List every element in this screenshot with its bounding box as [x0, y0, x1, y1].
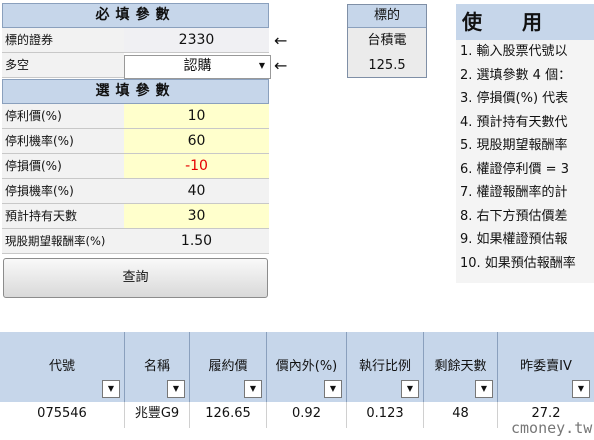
stock-box-title: 標的: [348, 5, 426, 28]
filter-dropdown-icon[interactable]: ▼: [572, 380, 590, 398]
take-profit-prob-input[interactable]: 60: [124, 129, 269, 154]
instruction-item: 3. 停損價(%) 代表: [460, 91, 569, 106]
instruction-item: 7. 權證報酬率的計: [460, 185, 568, 200]
filter-dropdown-icon[interactable]: ▼: [244, 380, 262, 398]
instruction-item: 2. 選填參數 4 個：: [460, 67, 572, 83]
expected-return-input[interactable]: 1.50: [124, 229, 269, 254]
col-header-strike: 履約價 ▼: [190, 332, 267, 402]
instructions-title: 使 用: [456, 4, 594, 40]
stock-price: 125.5: [368, 58, 406, 73]
instruction-item: 5. 現股期望報酬率: [460, 138, 568, 153]
table-row[interactable]: 075546 兆豐G9 126.65 0.92 0.123 48 27.2: [0, 402, 594, 428]
label-stop-loss-price: 停損價(%): [2, 154, 124, 179]
instruction-item: 10. 如果預估報酬率: [460, 255, 576, 271]
filter-active-icon[interactable]: ▼: [324, 380, 342, 398]
underlying-input[interactable]: 2330: [124, 28, 269, 53]
label-underlying: 標的證券: [2, 28, 124, 53]
cell-strike: 126.65: [190, 402, 267, 428]
stock-name: 台積電: [367, 33, 407, 48]
label-take-profit-prob: 停利機率(%): [2, 129, 124, 154]
col-header-ratio: 執行比例 ▼: [347, 332, 424, 402]
label-expected-return: 現股期望報酬率(%): [2, 229, 124, 254]
label-stop-loss-prob: 停損機率(%): [2, 179, 124, 204]
holding-days-input[interactable]: 30: [124, 204, 269, 229]
arrow-left-icon: ←: [274, 31, 288, 50]
col-header-code: 代號 ▼: [0, 332, 125, 402]
col-header-name: 名稱 ▼: [125, 332, 190, 402]
warrant-table: 代號 ▼ 名稱 ▼ 履約價 ▼ 價內外(%) ▼ 執行比例 ▼ 剩餘天數 ▼ 昨…: [0, 332, 594, 440]
filter-dropdown-icon[interactable]: ▼: [102, 380, 120, 398]
col-header-iv: 昨委賣IV ▼: [498, 332, 594, 402]
label-take-profit-price: 停利價(%): [2, 104, 124, 129]
cell-moneyness: 0.92: [267, 402, 347, 428]
query-button[interactable]: 查詢: [3, 258, 268, 298]
direction-select[interactable]: 認購 ▼: [124, 55, 271, 79]
cell-ratio: 0.123: [347, 402, 424, 428]
stop-loss-prob-value: 40: [124, 179, 269, 204]
filter-dropdown-icon[interactable]: ▼: [401, 380, 419, 398]
instruction-item: 9. 如果權證預估報: [460, 232, 568, 247]
optional-params-header: 選填參數: [2, 79, 269, 104]
instruction-item: 6. 權證停利價 = 3: [460, 161, 569, 177]
take-profit-price-input[interactable]: 10: [124, 104, 269, 129]
instruction-item: 1. 輸入股票代號以: [460, 44, 568, 59]
stock-box: 標的 台積電 125.5: [347, 4, 427, 78]
instructions-list: 1. 輸入股票代號以 2. 選填參數 4 個： 3. 停損價(%) 代表 4. …: [456, 40, 594, 283]
required-params-header: 必填參數: [2, 3, 269, 28]
label-direction: 多空: [2, 53, 124, 78]
chevron-down-icon[interactable]: ▼: [255, 57, 269, 75]
filter-dropdown-icon[interactable]: ▼: [167, 380, 185, 398]
arrow-left-icon: ←: [274, 56, 288, 75]
cell-code: 075546: [0, 402, 125, 428]
col-header-days-left: 剩餘天數 ▼: [424, 332, 498, 402]
instruction-item: 8. 右下方預估價差: [460, 208, 568, 224]
label-holding-days: 預計持有天數: [2, 204, 124, 229]
stop-loss-price-input[interactable]: -10: [124, 154, 269, 179]
col-header-moneyness: 價內外(%) ▼: [267, 332, 347, 402]
direction-value: 認購: [183, 58, 212, 74]
cell-name: 兆豐G9: [125, 402, 190, 428]
cell-days-left: 48: [424, 402, 498, 428]
watermark: cmoney.tw: [511, 419, 593, 437]
filter-sort-icon[interactable]: ▼: [475, 380, 493, 398]
instruction-item: 4. 預計持有天數代: [460, 114, 568, 130]
